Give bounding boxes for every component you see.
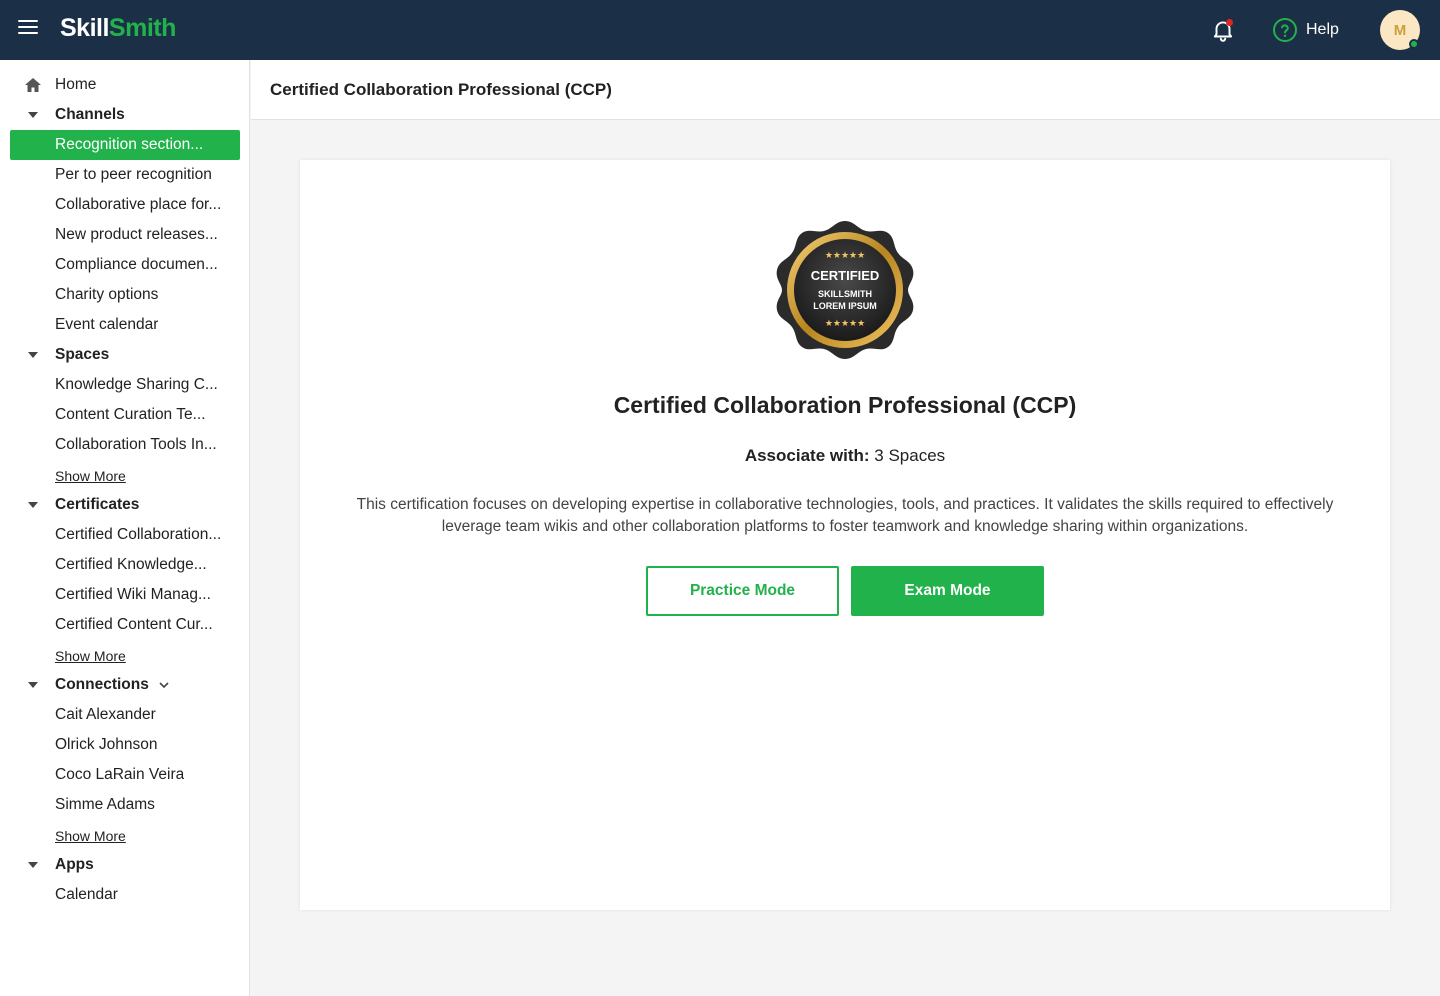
sidebar-item-space[interactable]: Collaboration Tools In... bbox=[0, 430, 250, 460]
sidebar-item-label: Collaborative place for... bbox=[55, 196, 222, 213]
badge-line-skillsmith: SKILLSMITH bbox=[818, 289, 872, 299]
sidebar-item-channel[interactable]: Recognition section... bbox=[0, 130, 250, 160]
sidebar-item-label: Certified Content Cur... bbox=[55, 616, 213, 633]
sidebar-item-connection[interactable]: Cait Alexander bbox=[0, 700, 250, 730]
section-channels[interactable]: Channels bbox=[0, 100, 250, 130]
exam-mode-button[interactable]: Exam Mode bbox=[851, 566, 1044, 616]
badge-line-lorem: LOREM IPSUM bbox=[813, 301, 877, 311]
sidebar-item-space[interactable]: Content Curation Te... bbox=[0, 400, 250, 430]
sidebar-item-channel[interactable]: New product releases... bbox=[0, 220, 250, 250]
sidebar-item-certificate[interactable]: Certified Wiki Manag... bbox=[0, 580, 250, 610]
sidebar-item-channel[interactable]: Event calendar bbox=[0, 310, 250, 340]
page-title: Certified Collaboration Professional (CC… bbox=[270, 80, 612, 99]
spaces-show-more-link[interactable]: Show More bbox=[55, 468, 126, 484]
connections-show-more-link[interactable]: Show More bbox=[55, 828, 126, 844]
sidebar-item-label: Knowledge Sharing C... bbox=[55, 376, 218, 393]
sidebar: Home Channels Recognition section... Per… bbox=[0, 60, 250, 996]
sidebar-item-label: Simme Adams bbox=[55, 796, 155, 813]
sidebar-item-channel[interactable]: Collaborative place for... bbox=[0, 190, 250, 220]
associate-value: 3 Spaces bbox=[874, 446, 946, 465]
caret-down-icon[interactable] bbox=[28, 502, 38, 508]
section-connections[interactable]: Connections bbox=[0, 670, 250, 700]
certificates-show-more-link[interactable]: Show More bbox=[55, 648, 126, 664]
question-circle-icon bbox=[1273, 18, 1297, 42]
section-label: Certificates bbox=[55, 496, 140, 513]
logo-text-smith: Smith bbox=[108, 14, 176, 42]
caret-down-icon[interactable] bbox=[28, 112, 38, 118]
certificate-card: ★★★★★ CERTIFIED SKILLSMITH LOREM IPSUM ★… bbox=[300, 160, 1390, 910]
sidebar-item-home[interactable]: Home bbox=[0, 70, 250, 100]
notification-dot bbox=[1226, 19, 1233, 26]
sidebar-item-label: Coco LaRain Veira bbox=[55, 766, 185, 783]
sidebar-item-label: New product releases... bbox=[55, 226, 218, 243]
sidebar-item-label: Per to peer recognition bbox=[55, 166, 212, 183]
sidebar-item-label: Certified Collaboration... bbox=[55, 526, 222, 543]
section-apps[interactable]: Apps bbox=[0, 850, 250, 880]
sidebar-item-channel[interactable]: Compliance documen... bbox=[0, 250, 250, 280]
sidebar-item-label: Certified Wiki Manag... bbox=[55, 586, 211, 603]
sidebar-item-connection[interactable]: Simme Adams bbox=[0, 790, 250, 820]
sidebar-item-label: Collaboration Tools In... bbox=[55, 436, 217, 453]
sidebar-item-label: Cait Alexander bbox=[55, 706, 156, 723]
sidebar-item-connection[interactable]: Olrick Johnson bbox=[0, 730, 250, 760]
sidebar-item-connection[interactable]: Coco LaRain Veira bbox=[0, 760, 250, 790]
online-status-dot bbox=[1409, 39, 1419, 49]
help-button[interactable]: Help bbox=[1272, 17, 1339, 43]
sidebar-item-label: Event calendar bbox=[55, 316, 159, 333]
section-certificates[interactable]: Certificates bbox=[0, 490, 250, 520]
home-icon bbox=[25, 78, 41, 92]
content-header: Certified Collaboration Professional (CC… bbox=[251, 60, 1440, 120]
sidebar-item-app[interactable]: Calendar bbox=[0, 880, 250, 910]
logo-text-skill: Skill bbox=[60, 14, 109, 42]
associate-label: Associate with: bbox=[744, 446, 870, 465]
sidebar-item-label: Calendar bbox=[55, 886, 118, 903]
caret-down-icon[interactable] bbox=[28, 862, 38, 868]
sidebar-item-label: Certified Knowledge... bbox=[55, 556, 207, 573]
section-label: Apps bbox=[55, 856, 94, 873]
sidebar-item-channel[interactable]: Charity options bbox=[0, 280, 250, 310]
sidebar-item-certificate[interactable]: Certified Knowledge... bbox=[0, 550, 250, 580]
badge-stars-bottom: ★★★★★ bbox=[825, 319, 865, 329]
certificate-description: This certification focuses on developing… bbox=[356, 496, 1334, 535]
section-label: Spaces bbox=[55, 346, 110, 363]
section-label: Connections bbox=[55, 676, 149, 693]
practice-mode-button[interactable]: Practice Mode bbox=[646, 566, 839, 616]
caret-down-icon[interactable] bbox=[28, 682, 38, 688]
sidebar-item-label: Home bbox=[55, 76, 97, 93]
sidebar-item-label: Compliance documen... bbox=[55, 256, 218, 273]
caret-down-icon[interactable] bbox=[28, 352, 38, 358]
certified-badge-icon: ★★★★★ CERTIFIED SKILLSMITH LOREM IPSUM ★… bbox=[776, 221, 914, 359]
sidebar-item-certificate[interactable]: Certified Collaboration... bbox=[0, 520, 250, 550]
chevron-down-icon[interactable] bbox=[158, 679, 170, 691]
section-label: Channels bbox=[55, 106, 125, 123]
sidebar-item-certificate[interactable]: Certified Content Cur... bbox=[0, 610, 250, 640]
badge-line-certified: CERTIFIED bbox=[811, 268, 880, 283]
associate-info: Associate with: 3 Spaces bbox=[300, 446, 1390, 466]
section-spaces[interactable]: Spaces bbox=[0, 340, 250, 370]
help-label: Help bbox=[1306, 21, 1339, 38]
sidebar-item-space[interactable]: Knowledge Sharing C... bbox=[0, 370, 250, 400]
sidebar-item-label: Charity options bbox=[55, 286, 159, 303]
badge-stars-top: ★★★★★ bbox=[825, 251, 865, 261]
top-bar: SkillSmith Help M bbox=[0, 0, 1440, 60]
certificate-title: Certified Collaboration Professional (CC… bbox=[613, 392, 1077, 418]
sidebar-item-channel[interactable]: Per to peer recognition bbox=[0, 160, 250, 190]
sidebar-item-label: Recognition section... bbox=[55, 136, 204, 153]
sidebar-item-label: Olrick Johnson bbox=[55, 736, 158, 753]
sidebar-item-label: Content Curation Te... bbox=[55, 406, 206, 423]
app-logo[interactable]: SkillSmith bbox=[60, 14, 176, 43]
hamburger-icon[interactable] bbox=[18, 20, 38, 38]
